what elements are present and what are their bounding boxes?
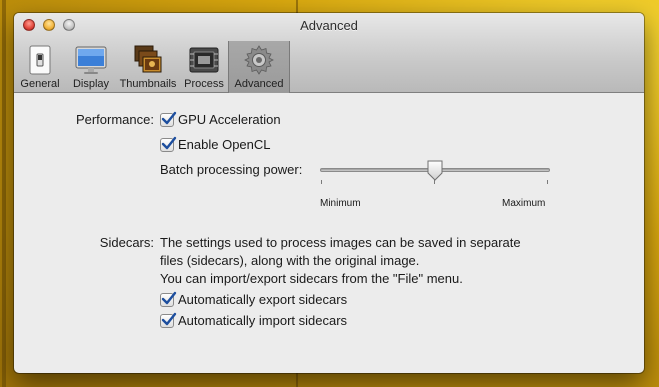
- tab-process[interactable]: Process: [180, 41, 228, 93]
- tab-thumbnails[interactable]: Thumbnails: [116, 41, 180, 93]
- tab-display[interactable]: Display: [66, 41, 116, 93]
- sidecars-section-label: Sidecars:: [99, 235, 154, 250]
- enable-opencl-checkbox[interactable]: Enable OpenCL: [160, 136, 271, 152]
- tab-process-label: Process: [184, 78, 224, 90]
- gear-icon: [243, 44, 275, 76]
- sidecars-description: The settings used to process images can …: [160, 234, 521, 288]
- enable-opencl-label: Enable OpenCL: [178, 137, 271, 152]
- batch-processing-power-label: Batch processing power:: [160, 162, 303, 177]
- auto-import-sidecars-label: Automatically import sidecars: [178, 313, 348, 328]
- desktop-background-line: [2, 0, 6, 387]
- tab-general[interactable]: General: [14, 41, 66, 93]
- monitor-icon: [75, 44, 107, 76]
- auto-export-sidecars-checkbox[interactable]: Automatically export sidecars: [160, 291, 348, 307]
- tab-advanced-label: Advanced: [234, 78, 284, 90]
- window-title: Advanced: [300, 18, 358, 33]
- checkbox-box: [160, 136, 177, 152]
- slider-max-label: Maximum: [502, 198, 546, 209]
- tab-display-label: Display: [72, 78, 110, 90]
- slider-tick: [321, 180, 322, 184]
- sidecars-description-line: files (sidecars), along with the origina…: [160, 253, 420, 268]
- slider-tick: [547, 180, 548, 184]
- sidecars-description-line: The settings used to process images can …: [160, 235, 521, 250]
- checkbox-box: [160, 291, 177, 307]
- preferences-toolbar: General Display Thumbnails Process Advan…: [14, 41, 290, 93]
- switch-icon: [24, 44, 56, 76]
- gpu-acceleration-checkbox[interactable]: GPU Acceleration: [160, 111, 281, 127]
- auto-import-sidecars-checkbox[interactable]: Automatically import sidecars: [160, 312, 348, 328]
- slider-min-label: Minimum: [320, 198, 361, 209]
- tab-advanced[interactable]: Advanced: [228, 41, 290, 93]
- desktop-background-line: [296, 0, 298, 14]
- process-chip-icon: [188, 44, 220, 76]
- performance-section-label: Performance:: [75, 112, 154, 127]
- checkbox-box: [160, 111, 177, 127]
- thumbnails-icon: [132, 44, 164, 76]
- preferences-window: Advanced General Display Thumbnails Proc…: [14, 13, 644, 373]
- auto-export-sidecars-label: Automatically export sidecars: [178, 292, 348, 307]
- checkbox-box: [160, 312, 177, 328]
- tab-general-label: General: [20, 78, 60, 90]
- tab-thumbnails-label: Thumbnails: [119, 78, 177, 90]
- desktop-background-line: [296, 372, 298, 387]
- gpu-acceleration-label: GPU Acceleration: [178, 112, 281, 127]
- slider-knob[interactable]: [426, 160, 444, 187]
- title-bar: Advanced General Display Thumbnails Proc…: [14, 13, 644, 93]
- sidecars-description-line: You can import/export sidecars from the …: [160, 271, 463, 286]
- advanced-pane: Performance: GPU Acceleration Enable Ope…: [14, 94, 644, 373]
